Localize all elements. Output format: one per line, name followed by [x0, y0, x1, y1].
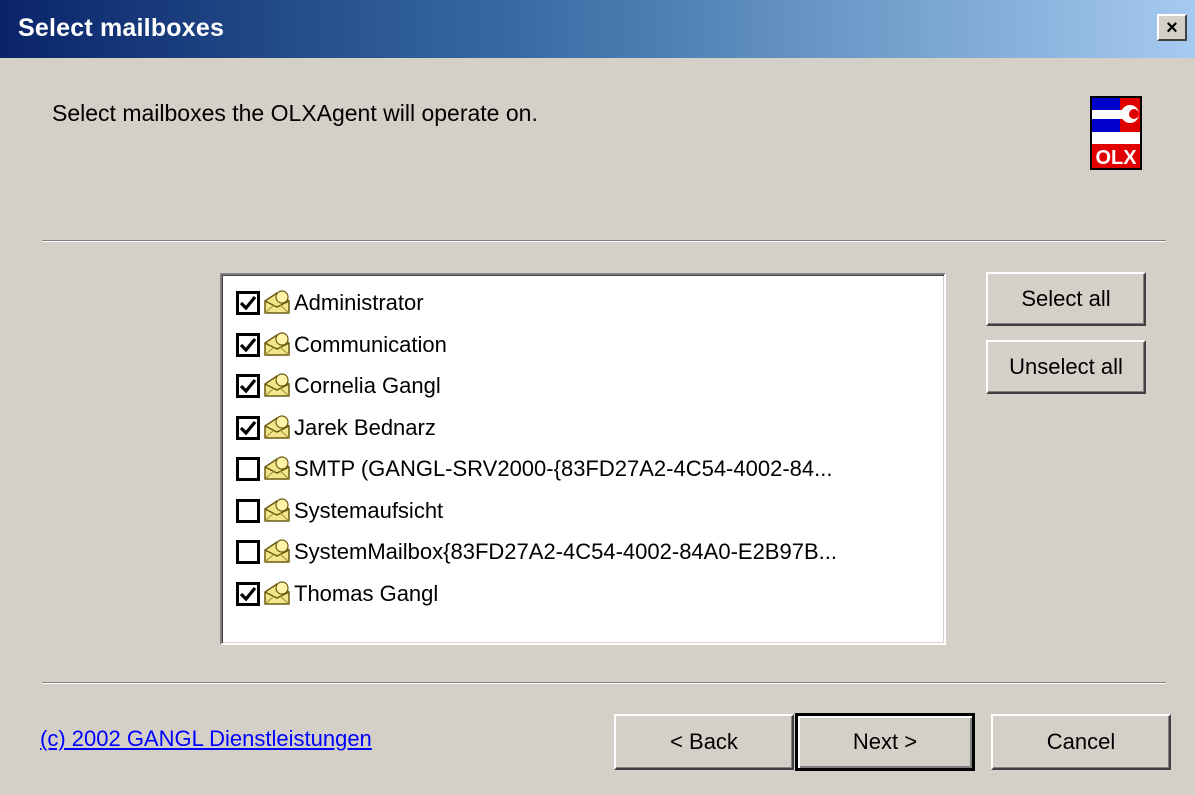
checkbox-checked[interactable] [236, 332, 260, 357]
checkbox-unchecked[interactable] [236, 540, 260, 564]
checkmark-icon [239, 586, 257, 601]
checkbox-unchecked[interactable] [236, 498, 260, 523]
mailbox-list-item[interactable]: SystemMailbox{83FD27A2-4C54-4002-84A0-E2… [236, 532, 837, 572]
mailbox-label: Jarek Bednarz [294, 414, 436, 440]
mailbox-label: SystemMailbox{83FD27A2-4C54-4002-84A0-E2… [294, 539, 837, 564]
mailbox-label: Cornelia Gangl [294, 373, 441, 398]
mailbox-icon [264, 290, 290, 314]
mailbox-label: Systemaufsicht [294, 497, 444, 523]
mailbox-icon [264, 456, 290, 480]
back-button[interactable]: < Back [614, 714, 794, 770]
checkmark-icon [239, 420, 257, 435]
checkmark-icon [239, 337, 257, 352]
mailbox-label: SMTP (GANGL-SRV2000-{83FD27A2-4C54-4002-… [294, 456, 833, 481]
mailbox-list-item[interactable]: Administrator [236, 283, 424, 323]
mailbox-list-item[interactable]: Systemaufsicht [236, 491, 443, 531]
close-button[interactable]: × [1157, 14, 1187, 41]
mailbox-label: Communication [294, 331, 447, 357]
copyright-link[interactable]: (c) 2002 GANGL Dienstleistungen [40, 726, 372, 752]
mailbox-list[interactable]: Administrator Communication Cornelia Gangl… [220, 273, 946, 645]
mailbox-list-item[interactable]: Jarek Bednarz [236, 408, 436, 448]
mailbox-list-item[interactable]: SMTP (GANGL-SRV2000-{83FD27A2-4C54-4002-… [236, 449, 832, 489]
close-icon: × [1166, 16, 1178, 39]
mailbox-icon [264, 331, 290, 356]
mailbox-icon [264, 539, 290, 563]
mailbox-list-item[interactable]: Communication [236, 325, 447, 365]
checkbox-checked[interactable] [236, 291, 260, 315]
mailbox-icon [264, 580, 290, 605]
top-separator [42, 240, 1166, 242]
mailbox-icon [264, 373, 290, 397]
bottom-separator [42, 682, 1166, 684]
checkbox-checked[interactable] [236, 415, 260, 440]
olx-logo-icon: OLX [1090, 96, 1142, 170]
unselect-all-button[interactable]: Unselect all [986, 340, 1146, 394]
checkbox-checked[interactable] [236, 374, 260, 398]
select-all-button[interactable]: Select all [986, 272, 1146, 326]
mailbox-list-item[interactable]: Thomas Gangl [236, 574, 438, 614]
mailbox-icon [264, 414, 290, 439]
cancel-button[interactable]: Cancel [991, 714, 1171, 770]
mailbox-label: Administrator [294, 290, 424, 315]
title-bar[interactable]: Select mailboxes × [0, 0, 1195, 58]
mailbox-list-item[interactable]: Cornelia Gangl [236, 366, 441, 406]
checkbox-checked[interactable] [236, 581, 260, 606]
window-title: Select mailboxes [18, 14, 225, 42]
checkmark-icon [239, 295, 257, 311]
checkbox-unchecked[interactable] [236, 457, 260, 481]
next-button[interactable]: Next > [795, 713, 975, 771]
checkmark-icon [239, 378, 257, 394]
page-description: Select mailboxes the OLXAgent will opera… [52, 100, 538, 126]
mailbox-label: Thomas Gangl [294, 580, 439, 606]
mailbox-icon [264, 497, 290, 522]
olx-logo-text: OLX [1095, 147, 1137, 169]
